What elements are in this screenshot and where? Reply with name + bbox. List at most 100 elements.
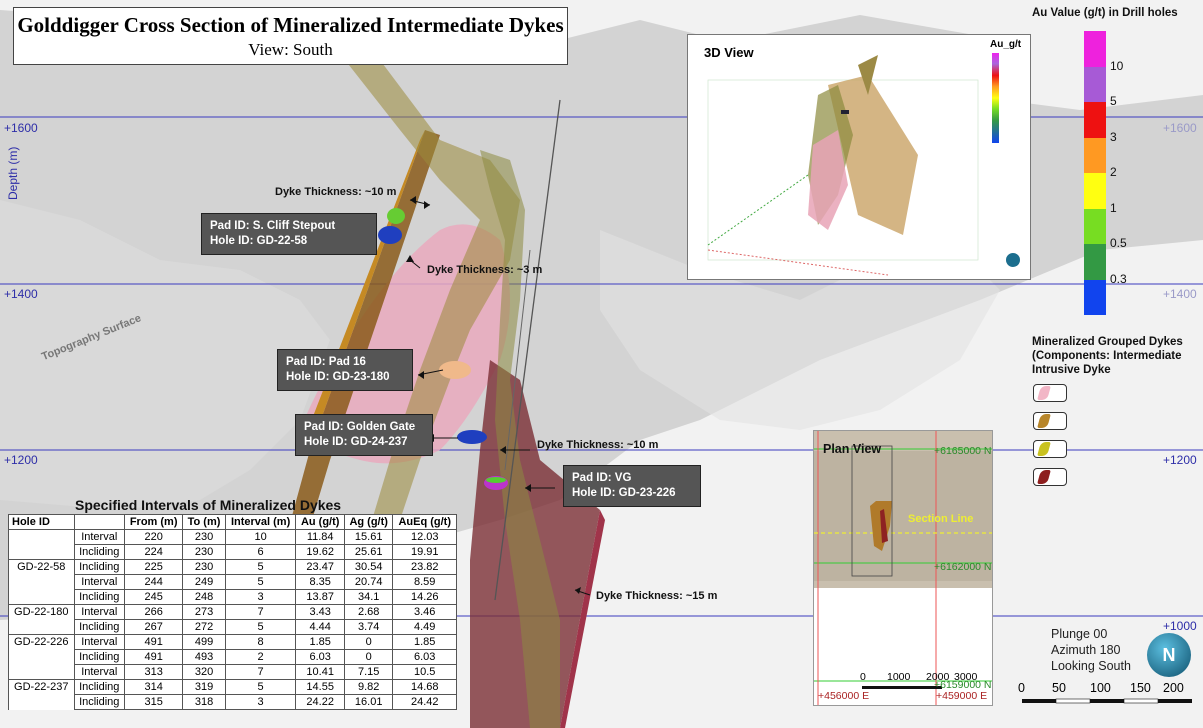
table-cell-ag: 16.01	[343, 694, 394, 710]
table-header-cell: To (m)	[182, 514, 226, 530]
table-cell-from: 314	[123, 679, 184, 695]
plunge: Plunge 00	[1051, 627, 1108, 641]
table-cell-aueq: 1.85	[392, 634, 457, 650]
callout-gd-23-180: Pad ID: Pad 16 Hole ID: GD-23-180	[277, 349, 413, 391]
table-cell-type: Interval	[73, 634, 125, 650]
azimuth: Azimuth 180	[1051, 643, 1121, 657]
table-row: Interval 244 249 5 8.35 20.74 8.59	[8, 574, 457, 590]
table-cell-aueq: 19.91	[392, 544, 457, 560]
table-cell-ag: 9.82	[343, 679, 394, 695]
dyke-legend-swatch	[1033, 384, 1067, 402]
table-cell-from: 315	[123, 694, 184, 710]
scale-50: 50	[1052, 681, 1066, 695]
callout-gd-24-237: Pad ID: Golden Gate Hole ID: GD-24-237	[295, 414, 433, 456]
table-row: GD-22-226 Interval 491 499 8 1.85 0 1.85	[8, 634, 457, 650]
map-subtitle: View: South	[248, 40, 333, 59]
elev-1200-left: +1200	[4, 453, 38, 467]
depth-axis-label: Depth (m)	[6, 146, 20, 200]
table-cell-au: 19.62	[295, 544, 345, 560]
table-cell-ag: 2.68	[343, 604, 394, 620]
table-cell-from: 491	[123, 649, 184, 665]
au-legend-label: 10	[1110, 58, 1124, 73]
table-cell-au: 24.22	[295, 694, 345, 710]
table-row: GD-22-180 Interval 266 273 7 3.43 2.68 3.46	[8, 604, 457, 620]
table-cell-type: Incliding	[73, 649, 125, 665]
table-cell-int: 7	[224, 664, 297, 680]
table-cell-aueq: 14.26	[392, 589, 457, 605]
au-color-scale	[1084, 31, 1106, 315]
north-label: N	[1162, 644, 1176, 665]
dyke-legend-swatch	[1033, 440, 1067, 458]
table-cell-aueq: 4.49	[392, 619, 457, 635]
au-legend-label: 2	[1110, 165, 1117, 179]
table-cell-int: 3	[224, 694, 297, 710]
table-cell-from: 266	[123, 604, 184, 620]
callout-hole: Hole ID: GD-23-226	[572, 487, 676, 499]
dyke-thickness-4: Dyke Thickness: ~15 m	[596, 590, 718, 602]
table-cell-hole	[8, 619, 75, 635]
scale-100: 100	[1090, 681, 1111, 695]
plan-northing-2: +6162000 N	[934, 561, 992, 573]
table-header-cell: Ag (g/t)	[343, 514, 394, 530]
table-cell-to: 249	[182, 574, 226, 590]
au-legend-label: 0.3	[1110, 271, 1127, 286]
table-cell-to: 273	[182, 604, 226, 620]
table-header-cell: AuEq (g/t)	[392, 514, 457, 530]
callout-pad: Pad ID: Golden Gate	[304, 421, 416, 433]
table-cell-from: 245	[123, 589, 184, 605]
table-cell-au: 14.55	[295, 679, 345, 695]
dyke-swatch-fill	[1037, 414, 1051, 428]
table-header-cell: Interval (m)	[224, 514, 297, 530]
table-cell-ag: 0	[343, 649, 394, 665]
intervals-table: Hole ID From (m) To (m) Interval (m) Au (g/t…	[8, 514, 457, 710]
au-scale-segment	[1084, 66, 1106, 102]
table-cell-from: 220	[123, 529, 184, 545]
table-cell-au: 8.35	[295, 574, 345, 590]
intervals-table-title: Specified Intervals of Mineralized Dykes	[75, 497, 342, 513]
dyke-legend-line: Intrusive Dyke	[1032, 364, 1111, 376]
table-cell-hole: GD-22-226	[8, 634, 75, 650]
table-cell-to: 320	[182, 664, 226, 680]
au-legend-label: 3	[1110, 129, 1117, 144]
plan-easting-2: +459000 E	[936, 690, 988, 702]
au-scale-segment	[1084, 244, 1106, 280]
dyke-legend-title: Mineralized Grouped Dykes (Components: I…	[1032, 335, 1183, 377]
table-cell-type: Incliding	[73, 559, 125, 575]
callout-hole: Hole ID: GD-23-180	[286, 371, 390, 383]
au-legend-label: 1	[1110, 200, 1117, 215]
table-cell-type: Incliding	[73, 619, 125, 635]
table-cell-to: 493	[182, 649, 226, 665]
au-scale-segment	[1084, 102, 1106, 138]
table-cell-int: 5	[224, 619, 297, 635]
table-cell-from: 225	[123, 559, 184, 575]
callout-pad: Pad ID: Pad 16	[286, 356, 366, 368]
au-scale-segment	[1084, 31, 1106, 67]
table-cell-from: 244	[123, 574, 184, 590]
table-cell-au: 23.47	[295, 559, 345, 575]
inset-3d-graphic	[707, 55, 1020, 276]
north-arrow-icon: N	[1147, 633, 1191, 677]
table-cell-ag: 7.15	[343, 664, 394, 680]
table-cell-au: 1.85	[295, 634, 345, 650]
table-cell-ag: 30.54	[343, 559, 394, 575]
table-cell-ag: 15.61	[343, 529, 394, 545]
dyke-legend-swatch	[1033, 468, 1067, 486]
table-cell-hole: GD-22-58	[8, 559, 75, 575]
au-scale-segment	[1084, 173, 1106, 209]
table-cell-aueq: 12.03	[392, 529, 457, 545]
table-cell-to: 230	[182, 544, 226, 560]
table-cell-ag: 0	[343, 634, 394, 650]
dyke-legend-swatch	[1033, 412, 1067, 430]
table-cell-int: 3	[224, 589, 297, 605]
orientation-text: Plunge 00 Azimuth 180 Looking South	[1051, 626, 1131, 674]
table-cell-from: 224	[123, 544, 184, 560]
map-title: Golddigger Cross Section of Mineralized …	[17, 13, 564, 37]
callout-pad: Pad ID: S. Cliff Stepout	[210, 220, 336, 232]
table-cell-int: 7	[224, 604, 297, 620]
table-cell-hole: GD-22-237	[8, 679, 75, 695]
table-cell-hole	[8, 574, 75, 590]
scale-bar	[1022, 698, 1192, 704]
inset-au-legend-title: Au_g/t	[990, 39, 1022, 50]
au-legend-title: Au Value (g/t) in Drill holes	[1032, 7, 1178, 19]
plan-view-inset: Plan View Section Line +6165000 N +61620…	[813, 430, 993, 706]
